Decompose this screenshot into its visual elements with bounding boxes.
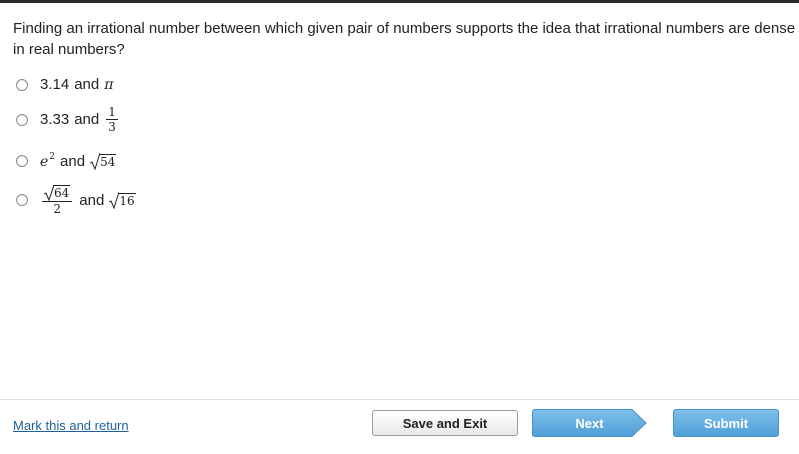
exponent-power: 2: [49, 152, 56, 162]
option-1-value-a: 3.14: [40, 76, 70, 93]
option-4-joiner: and: [79, 191, 105, 209]
question-text: Finding an irrational number between whi…: [13, 20, 796, 58]
fraction-numerator: 64: [42, 184, 72, 201]
option-2-radio[interactable]: [16, 113, 28, 126]
option-2-fraction: 1 3: [106, 105, 118, 134]
option-4-fraction: 64 2: [42, 184, 73, 216]
mark-and-return-link[interactable]: Mark this and return: [13, 418, 129, 433]
option-3[interactable]: e2 and 54: [16, 152, 117, 170]
save-and-exit-label: Save and Exit: [402, 415, 488, 431]
footer-bar: Mark this and return Save and Exit Next …: [0, 399, 799, 454]
next-label: Next: [575, 415, 604, 431]
fraction-denominator: 2: [53, 202, 61, 216]
option-3-value-a: e2: [40, 152, 55, 170]
fraction-denominator: 3: [108, 120, 116, 134]
option-2-value-a: 3.33: [40, 111, 70, 128]
save-and-exit-button[interactable]: Save and Exit: [372, 410, 518, 436]
option-1-value-b: π: [104, 76, 114, 93]
option-3-square-root: 54: [90, 152, 117, 170]
next-button[interactable]: Next: [532, 409, 647, 437]
exponent-base: e: [40, 154, 49, 170]
option-4[interactable]: 64 2 and 16: [16, 184, 136, 216]
option-3-joiner: and: [60, 152, 86, 170]
radicand: 16: [118, 193, 136, 208]
option-2[interactable]: 3.33 and 1 3: [16, 105, 120, 134]
option-4-radio[interactable]: [16, 194, 28, 206]
radicand: 64: [53, 185, 71, 200]
submit-label: Submit: [703, 415, 749, 431]
top-border: [0, 0, 799, 3]
option-1-joiner: and: [74, 76, 100, 93]
submit-button[interactable]: Submit: [673, 409, 779, 437]
numerator-square-root: 64: [44, 184, 71, 201]
radicand: 54: [99, 154, 117, 169]
option-1[interactable]: 3.14 and π: [16, 76, 113, 93]
fraction-numerator: 1: [108, 105, 116, 119]
option-3-radio[interactable]: [16, 155, 28, 167]
option-4-square-root: 16: [109, 191, 136, 209]
option-2-joiner: and: [74, 111, 100, 128]
option-1-radio[interactable]: [16, 78, 28, 91]
